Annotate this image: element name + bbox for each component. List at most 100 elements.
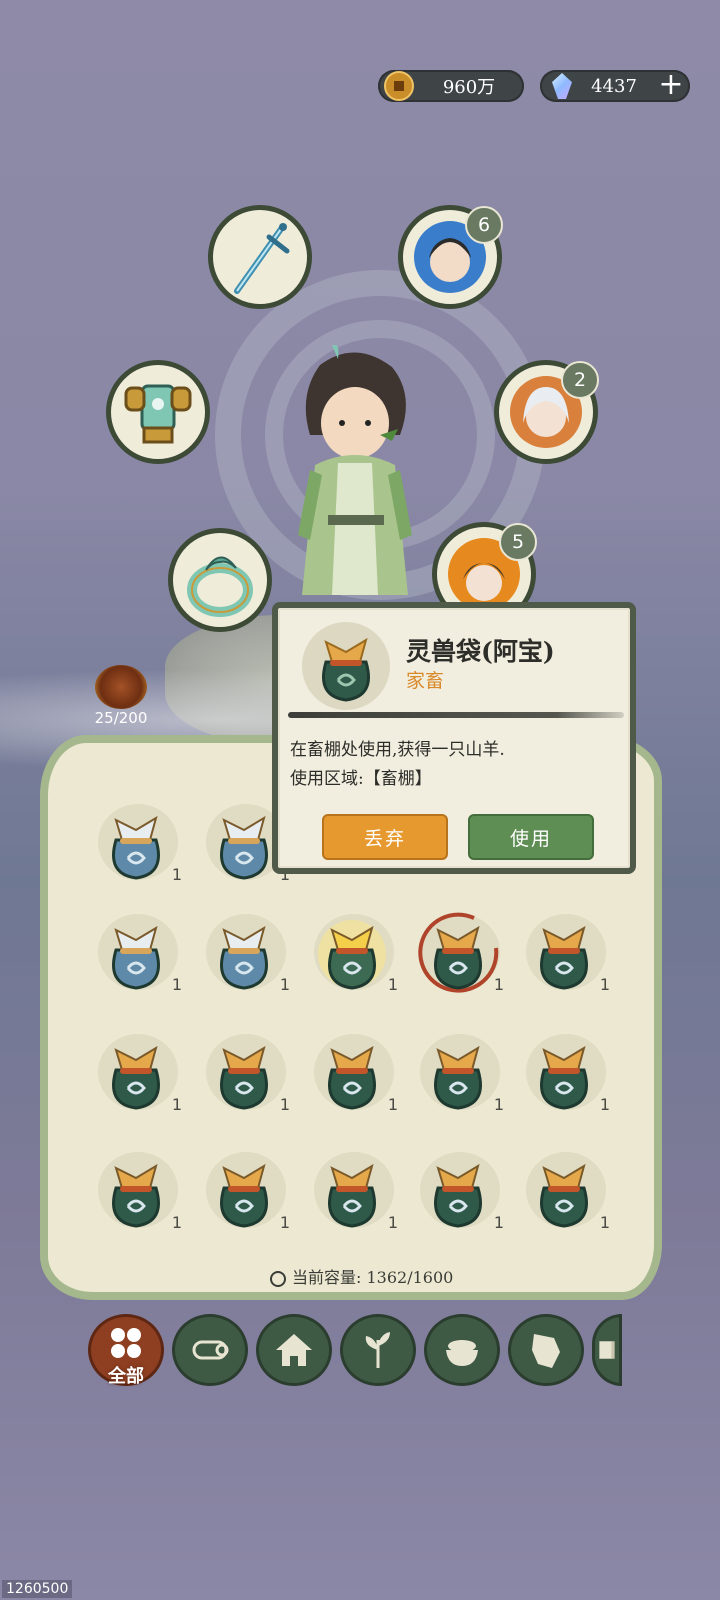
companion-slot-1[interactable]: 6 [398,205,503,309]
screenshot-id: 1260500 [2,1580,73,1598]
inventory-slot[interactable]: 1 [308,908,398,996]
coin-counter: 960万 [378,70,524,102]
spirit-beast-pouch-icon [112,815,160,880]
capacity-indicator: 当前容量: 1362/1600 [270,1264,453,1288]
item-quantity: 1 [599,1095,610,1114]
hut-icon [276,1334,312,1366]
add-gems-button[interactable]: + [656,70,686,101]
tab-plant[interactable] [340,1314,416,1386]
spirit-beast-pouch-icon [328,1045,376,1110]
companion-3-count-badge: 5 [499,523,537,561]
pet-level-indicator[interactable]: 25/200 [92,665,150,727]
inventory-slot[interactable]: 1 [414,1146,504,1234]
spirit-beast-pouch-icon [418,912,499,993]
spirit-beast-pouch-icon [220,1045,268,1110]
item-detail-icon [302,622,390,710]
spirit-beast-pouch-icon [540,1163,588,1228]
tab-building[interactable] [256,1314,332,1386]
weapon-slot[interactable] [208,205,312,309]
item-quantity: 1 [493,975,504,994]
item-quantity: 1 [171,1095,182,1114]
companion-slot-2[interactable]: 2 [494,360,599,464]
coin-amount: 960万 [442,77,496,98]
coin-icon [384,71,414,101]
item-description-line-1: 在畜棚处使用,获得一只山羊. [290,740,505,760]
grid-icon [111,1328,141,1358]
capacity-value: 1362/1600 [366,1268,454,1287]
spirit-beast-pouch-icon [220,1163,268,1228]
inventory-slot[interactable]: 1 [92,1146,182,1234]
item-quantity: 1 [387,1213,398,1232]
spirit-beast-pouch-icon [112,1045,160,1110]
spirit-beast-pouch-icon [540,925,588,990]
item-quantity: 1 [171,1213,182,1232]
tab-map[interactable] [508,1314,584,1386]
inventory-slot[interactable]: 1 [414,908,504,996]
item-description-line-2: 使用区域:【畜棚】 [290,769,432,789]
inventory-slot[interactable]: 1 [520,908,610,996]
item-quantity: 1 [493,1213,504,1232]
inventory-slot[interactable]: 1 [414,1028,504,1116]
divider [288,712,624,718]
gem-amount: 4437 [591,75,637,97]
tab-food[interactable] [424,1314,500,1386]
tab-all-label: 全部 [108,1366,144,1387]
item-quantity: 1 [599,1213,610,1232]
spirit-beast-pouch-icon [322,637,370,702]
use-button[interactable]: 使用 [468,814,594,860]
item-description: 在畜棚处使用,获得一只山羊. 使用区域:【畜棚】 [290,736,626,794]
map-icon [532,1334,560,1368]
item-quantity: 1 [171,865,182,884]
spirit-beast-pouch-icon [318,920,386,990]
rice-bowl-icon [446,1340,478,1366]
inventory-slot[interactable]: 1 [308,1146,398,1234]
inventory-slot[interactable]: 1 [200,1028,290,1116]
inventory-slot[interactable]: 1 [92,798,182,886]
item-category: 家畜 [406,670,445,692]
armor-slot[interactable] [106,360,210,464]
discard-button[interactable]: 丢弃 [322,814,448,860]
spirit-beast-pouch-icon [220,925,268,990]
pouch-small-icon [270,1270,286,1287]
companion-2-count-badge: 2 [561,361,599,399]
item-quantity: 1 [493,1095,504,1114]
ring-slot[interactable] [168,528,272,632]
item-quantity: 1 [279,975,290,994]
inventory-slot[interactable]: 1 [92,1028,182,1116]
inventory-slot[interactable]: 1 [308,1028,398,1116]
spirit-beast-pouch-icon [112,1163,160,1228]
gem-counter: 4437 + [540,70,690,102]
item-quantity: 1 [387,1095,398,1114]
capacity-label: 当前容量: [292,1268,362,1287]
inventory-slot[interactable]: 1 [92,908,182,996]
spirit-beast-pouch-icon [328,1163,376,1228]
sword-icon [234,223,290,294]
inventory-slot[interactable]: 1 [520,1028,610,1116]
tab-scroll[interactable] [592,1314,622,1386]
monkey-pet-icon [95,665,147,709]
gem-icon [552,73,572,99]
spirit-beast-pouch-icon [540,1045,588,1110]
item-quantity: 1 [599,975,610,994]
hero-character [298,345,412,595]
inventory-slot[interactable]: 1 [200,1146,290,1234]
item-name: 灵兽袋(阿宝) [406,637,555,666]
spirit-beast-pouch-icon [112,925,160,990]
item-quantity: 1 [387,975,398,994]
spirit-beast-pouch-icon [434,1045,482,1110]
scroll-icon [599,1341,615,1359]
item-quantity: 1 [171,975,182,994]
pet-level-value: 25/200 [94,709,148,727]
inventory-slot[interactable]: 1 [520,1146,610,1234]
item-quantity: 1 [279,1213,290,1232]
item-detail-popup: 灵兽袋(阿宝) 家畜 在畜棚处使用,获得一只山羊. 使用区域:【畜棚】 丢弃 使… [272,602,636,874]
tab-wood[interactable] [172,1314,248,1386]
armor-icon [124,384,192,444]
inventory-slot[interactable]: 1 [200,908,290,996]
log-icon [192,1340,229,1360]
sprout-icon [365,1332,390,1368]
jade-ring-icon [187,556,253,617]
spirit-beast-pouch-icon [434,1163,482,1228]
item-quantity: 1 [279,1095,290,1114]
companion-1-count-badge: 6 [465,206,503,244]
